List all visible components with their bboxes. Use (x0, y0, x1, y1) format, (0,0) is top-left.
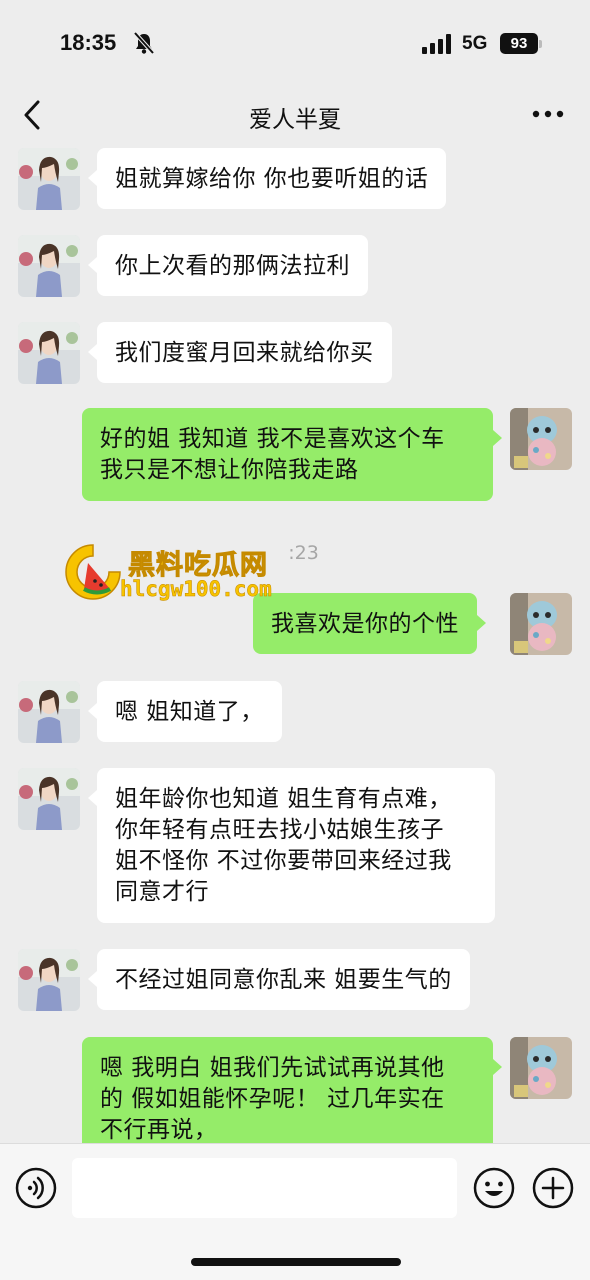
plush-toy-avatar-icon (510, 593, 572, 655)
contact-avatar[interactable] (18, 322, 80, 384)
message-text: 你年轻有点旺去找小姑娘生孩子 (115, 817, 444, 843)
woman-portrait-icon (18, 768, 80, 830)
contact-avatar[interactable] (18, 681, 80, 743)
woman-portrait-icon (18, 949, 80, 1011)
message-text: 好的姐 我知道 我不是喜欢这个车 (100, 426, 445, 452)
message-bubble-outgoing[interactable]: 嗯 我明白 姐我们先试试再说其他 的 假如姐能怀孕呢！ 过几年实在 不行再说， (82, 1037, 502, 1143)
self-avatar[interactable] (510, 1037, 572, 1099)
message-text: 不经过姐同意你乱来 姐要生气的 (115, 967, 452, 993)
woman-portrait-icon (18, 235, 80, 297)
message-input[interactable] (72, 1158, 457, 1218)
message-text: 你上次看的那俩法拉利 (115, 253, 350, 279)
status-bar: 18:35 5G 93 (0, 0, 590, 80)
watermark: 黑料吃瓜网 hlcgw100.com (62, 541, 302, 611)
watermark-url: hlcgw100.com (120, 577, 272, 602)
contact-avatar[interactable] (18, 949, 80, 1011)
message-text: 嗯 姐知道了， (115, 699, 264, 725)
message-bubble-incoming[interactable]: 不经过姐同意你乱来 姐要生气的 (88, 949, 470, 1010)
input-bar (0, 1143, 590, 1280)
message-bubble-incoming[interactable]: 我们度蜜月回来就给你买 (88, 322, 392, 383)
message-text: 我只是不想让你陪我走路 (100, 457, 359, 483)
plush-toy-avatar-icon (510, 1037, 572, 1099)
contact-avatar[interactable] (18, 768, 80, 830)
message-text: 姐年龄你也知道 姐生育有点难， (115, 786, 452, 812)
signal-icon (422, 34, 451, 54)
battery-indicator: 93 (500, 33, 538, 54)
woman-portrait-icon (18, 148, 80, 210)
message-bubble-outgoing[interactable]: 好的姐 我知道 我不是喜欢这个车 我只是不想让你陪我走路 (82, 408, 502, 501)
message-bubble-incoming[interactable]: 姐就算嫁给你 你也要听姐的话 (87, 148, 447, 209)
message-list[interactable]: 姐就算嫁给你 你也要听姐的话 你上次看的那俩法拉利 我们度蜜月回来就给你买 好的… (0, 148, 590, 1143)
message-text: 姐不怪你 不过你要带回来经过我 (115, 848, 452, 874)
chat-title: 爱人半夏 (249, 107, 341, 133)
message-text: 我喜欢是你的个性 (271, 611, 459, 637)
message-bubble-incoming[interactable]: 你上次看的那俩法拉利 (88, 235, 368, 296)
woman-portrait-icon (18, 322, 80, 384)
battery-tip (539, 40, 542, 48)
message-text: 我们度蜜月回来就给你买 (115, 340, 374, 366)
woman-portrait-icon (18, 681, 80, 743)
chat-header: 爱人半夏 (0, 80, 590, 148)
network-type: 5G (462, 33, 488, 54)
message-text: 姐就算嫁给你 你也要听姐的话 (115, 166, 429, 192)
message-bubble-incoming[interactable]: 姐年龄你也知道 姐生育有点难， 你年轻有点旺去找小姑娘生孩子 姐不怪你 不过你要… (88, 768, 495, 923)
more-functions-plus-icon[interactable] (531, 1166, 575, 1210)
more-options-icon[interactable] (530, 104, 566, 124)
contact-avatar[interactable] (18, 148, 80, 210)
voice-input-icon[interactable] (14, 1166, 58, 1210)
message-text: 同意才行 (115, 879, 209, 905)
message-text: 的 假如姐能怀孕呢！ 过几年实在 (100, 1086, 445, 1112)
message-text: 嗯 我明白 姐我们先试试再说其他 (100, 1055, 445, 1081)
message-text: 不行再说， (100, 1117, 218, 1143)
plush-toy-avatar-icon (510, 408, 572, 470)
self-avatar[interactable] (510, 593, 572, 655)
home-indicator[interactable] (191, 1258, 401, 1266)
watermelon-logo-icon (65, 544, 121, 600)
contact-avatar[interactable] (18, 235, 80, 297)
emoji-icon[interactable] (472, 1166, 516, 1210)
self-avatar[interactable] (510, 408, 572, 470)
message-bubble-incoming[interactable]: 嗯 姐知道了， (88, 681, 282, 742)
muted-bell-icon (133, 31, 155, 55)
status-time: 18:35 (60, 30, 117, 55)
